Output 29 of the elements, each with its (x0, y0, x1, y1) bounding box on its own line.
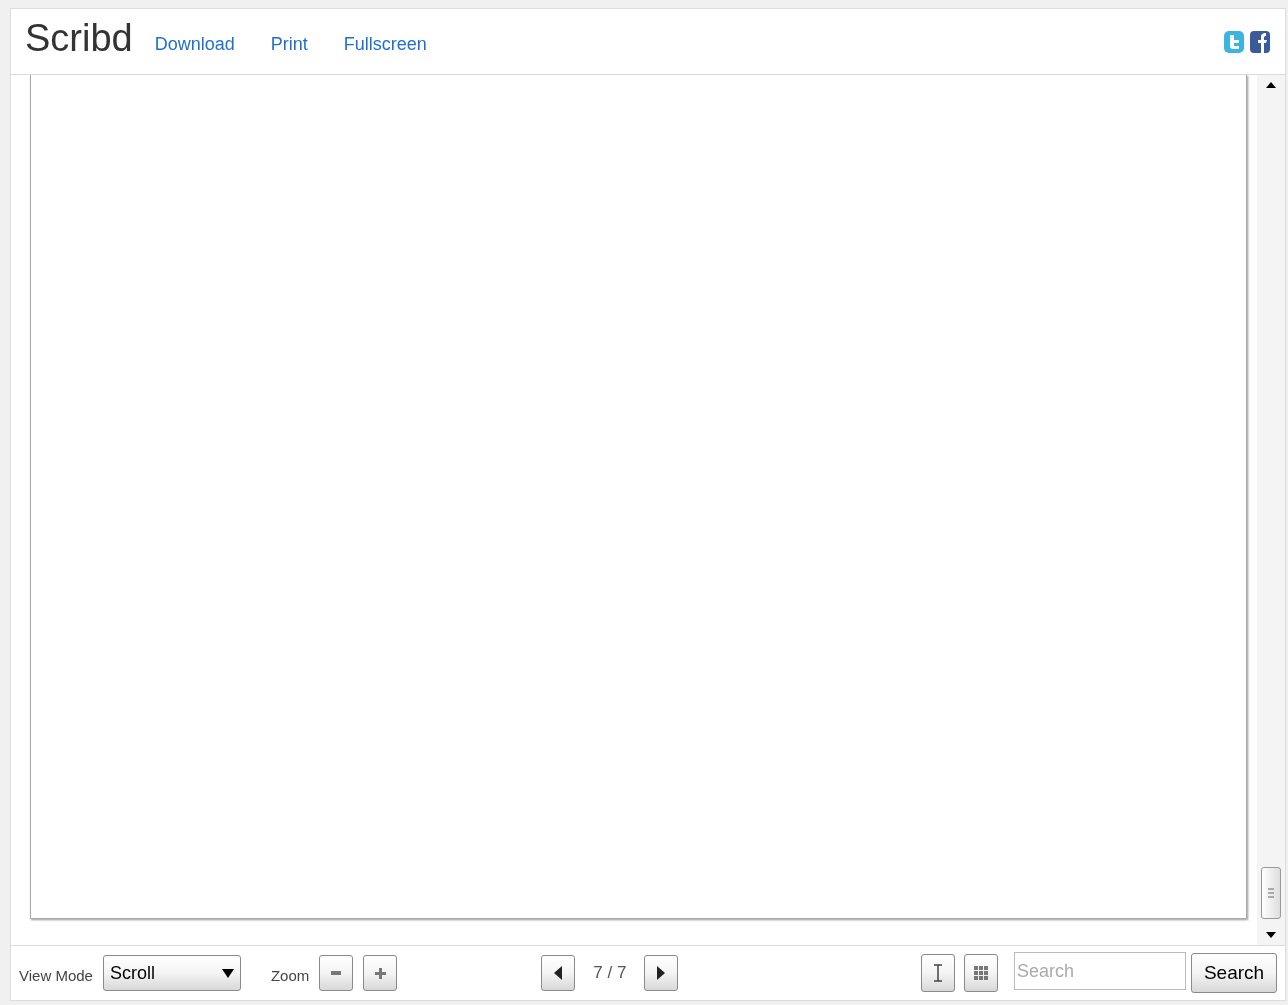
text-cursor-icon (933, 964, 943, 982)
scrollbar[interactable] (1257, 75, 1285, 945)
f-letter-icon[interactable] (1249, 29, 1271, 54)
dropdown-arrow-icon (221, 968, 234, 978)
search-button[interactable]: Search (1191, 953, 1277, 993)
plus-icon (374, 967, 386, 979)
grid-icon (974, 966, 988, 980)
zoom-label: Zoom (270, 965, 310, 986)
page-indicator: 7 / 7 (593, 962, 627, 985)
zoom-in-button[interactable] (363, 955, 398, 991)
thumbnail-grid-button[interactable] (964, 954, 998, 992)
header-link[interactable]: Download (154, 31, 235, 58)
search-field[interactable]: Search (1014, 952, 1186, 990)
left-triangle-icon (554, 966, 563, 980)
view-mode-label: View Mode (19, 965, 93, 986)
text-select-button[interactable] (921, 954, 955, 992)
minus-icon (331, 971, 342, 975)
zoom-out-button[interactable] (319, 955, 354, 991)
view-mode-dropdown[interactable]: Scroll (102, 955, 241, 991)
logo: Scribd (25, 18, 133, 57)
next-page-button[interactable] (644, 955, 679, 991)
scroll-down-icon[interactable] (1265, 931, 1277, 939)
scroll-up-icon[interactable] (1265, 81, 1277, 89)
scroll-thumb[interactable] (1261, 867, 1281, 919)
header-link[interactable]: Fullscreen (343, 31, 427, 58)
previous-page-button[interactable] (541, 955, 576, 991)
right-triangle-icon (657, 966, 666, 980)
header-link[interactable]: Print (270, 31, 308, 58)
grip-icon (1268, 888, 1274, 898)
